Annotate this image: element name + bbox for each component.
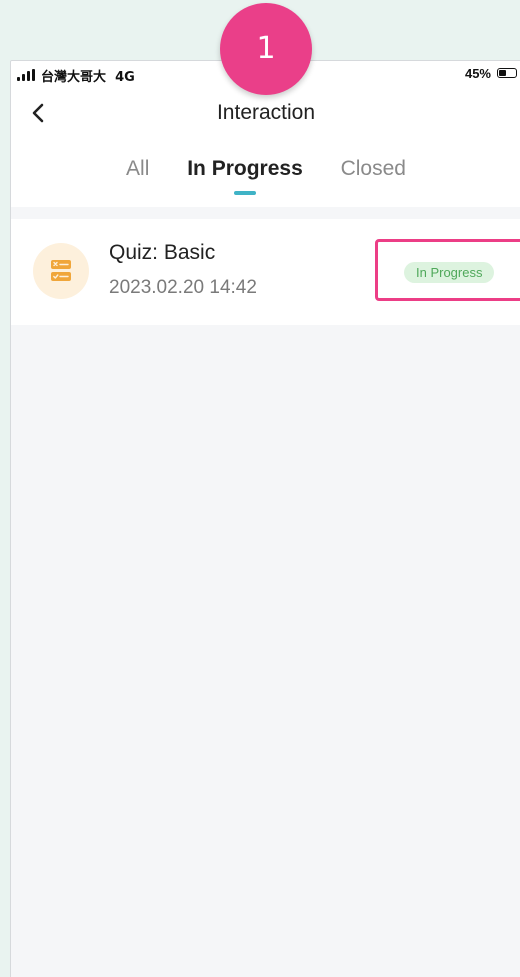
item-title: Quiz: Basic xyxy=(109,241,216,264)
quiz-icon xyxy=(33,243,89,299)
network-type: 4G xyxy=(115,70,135,85)
tab-closed[interactable]: Closed xyxy=(341,157,406,181)
battery-percent: 45% xyxy=(464,66,491,81)
tab-in-progress[interactable]: In Progress xyxy=(187,157,303,195)
tab-label: In Progress xyxy=(187,157,303,180)
item-date: 2023.02.20 14:42 xyxy=(109,277,257,298)
tab-label: Closed xyxy=(340,157,406,180)
tab-bar: All In Progress Closed xyxy=(11,157,520,195)
step-number-badge: 1 xyxy=(220,3,312,95)
battery-icon xyxy=(497,68,517,78)
tab-label: All xyxy=(126,157,150,180)
active-tab-indicator xyxy=(233,191,256,195)
highlight-box xyxy=(375,239,520,301)
battery-fill xyxy=(499,70,506,76)
page-title: Interaction xyxy=(216,101,316,124)
signal-icon xyxy=(17,69,39,81)
carrier-label: 台灣大哥大 4G xyxy=(41,66,135,85)
phone-screen: 台灣大哥大 4G 45% Interaction All In Progress… xyxy=(10,60,520,977)
header: Interaction All In Progress Closed xyxy=(11,87,520,207)
carrier-name: 台灣大哥大 xyxy=(41,70,107,85)
tab-all[interactable]: All xyxy=(126,157,149,181)
